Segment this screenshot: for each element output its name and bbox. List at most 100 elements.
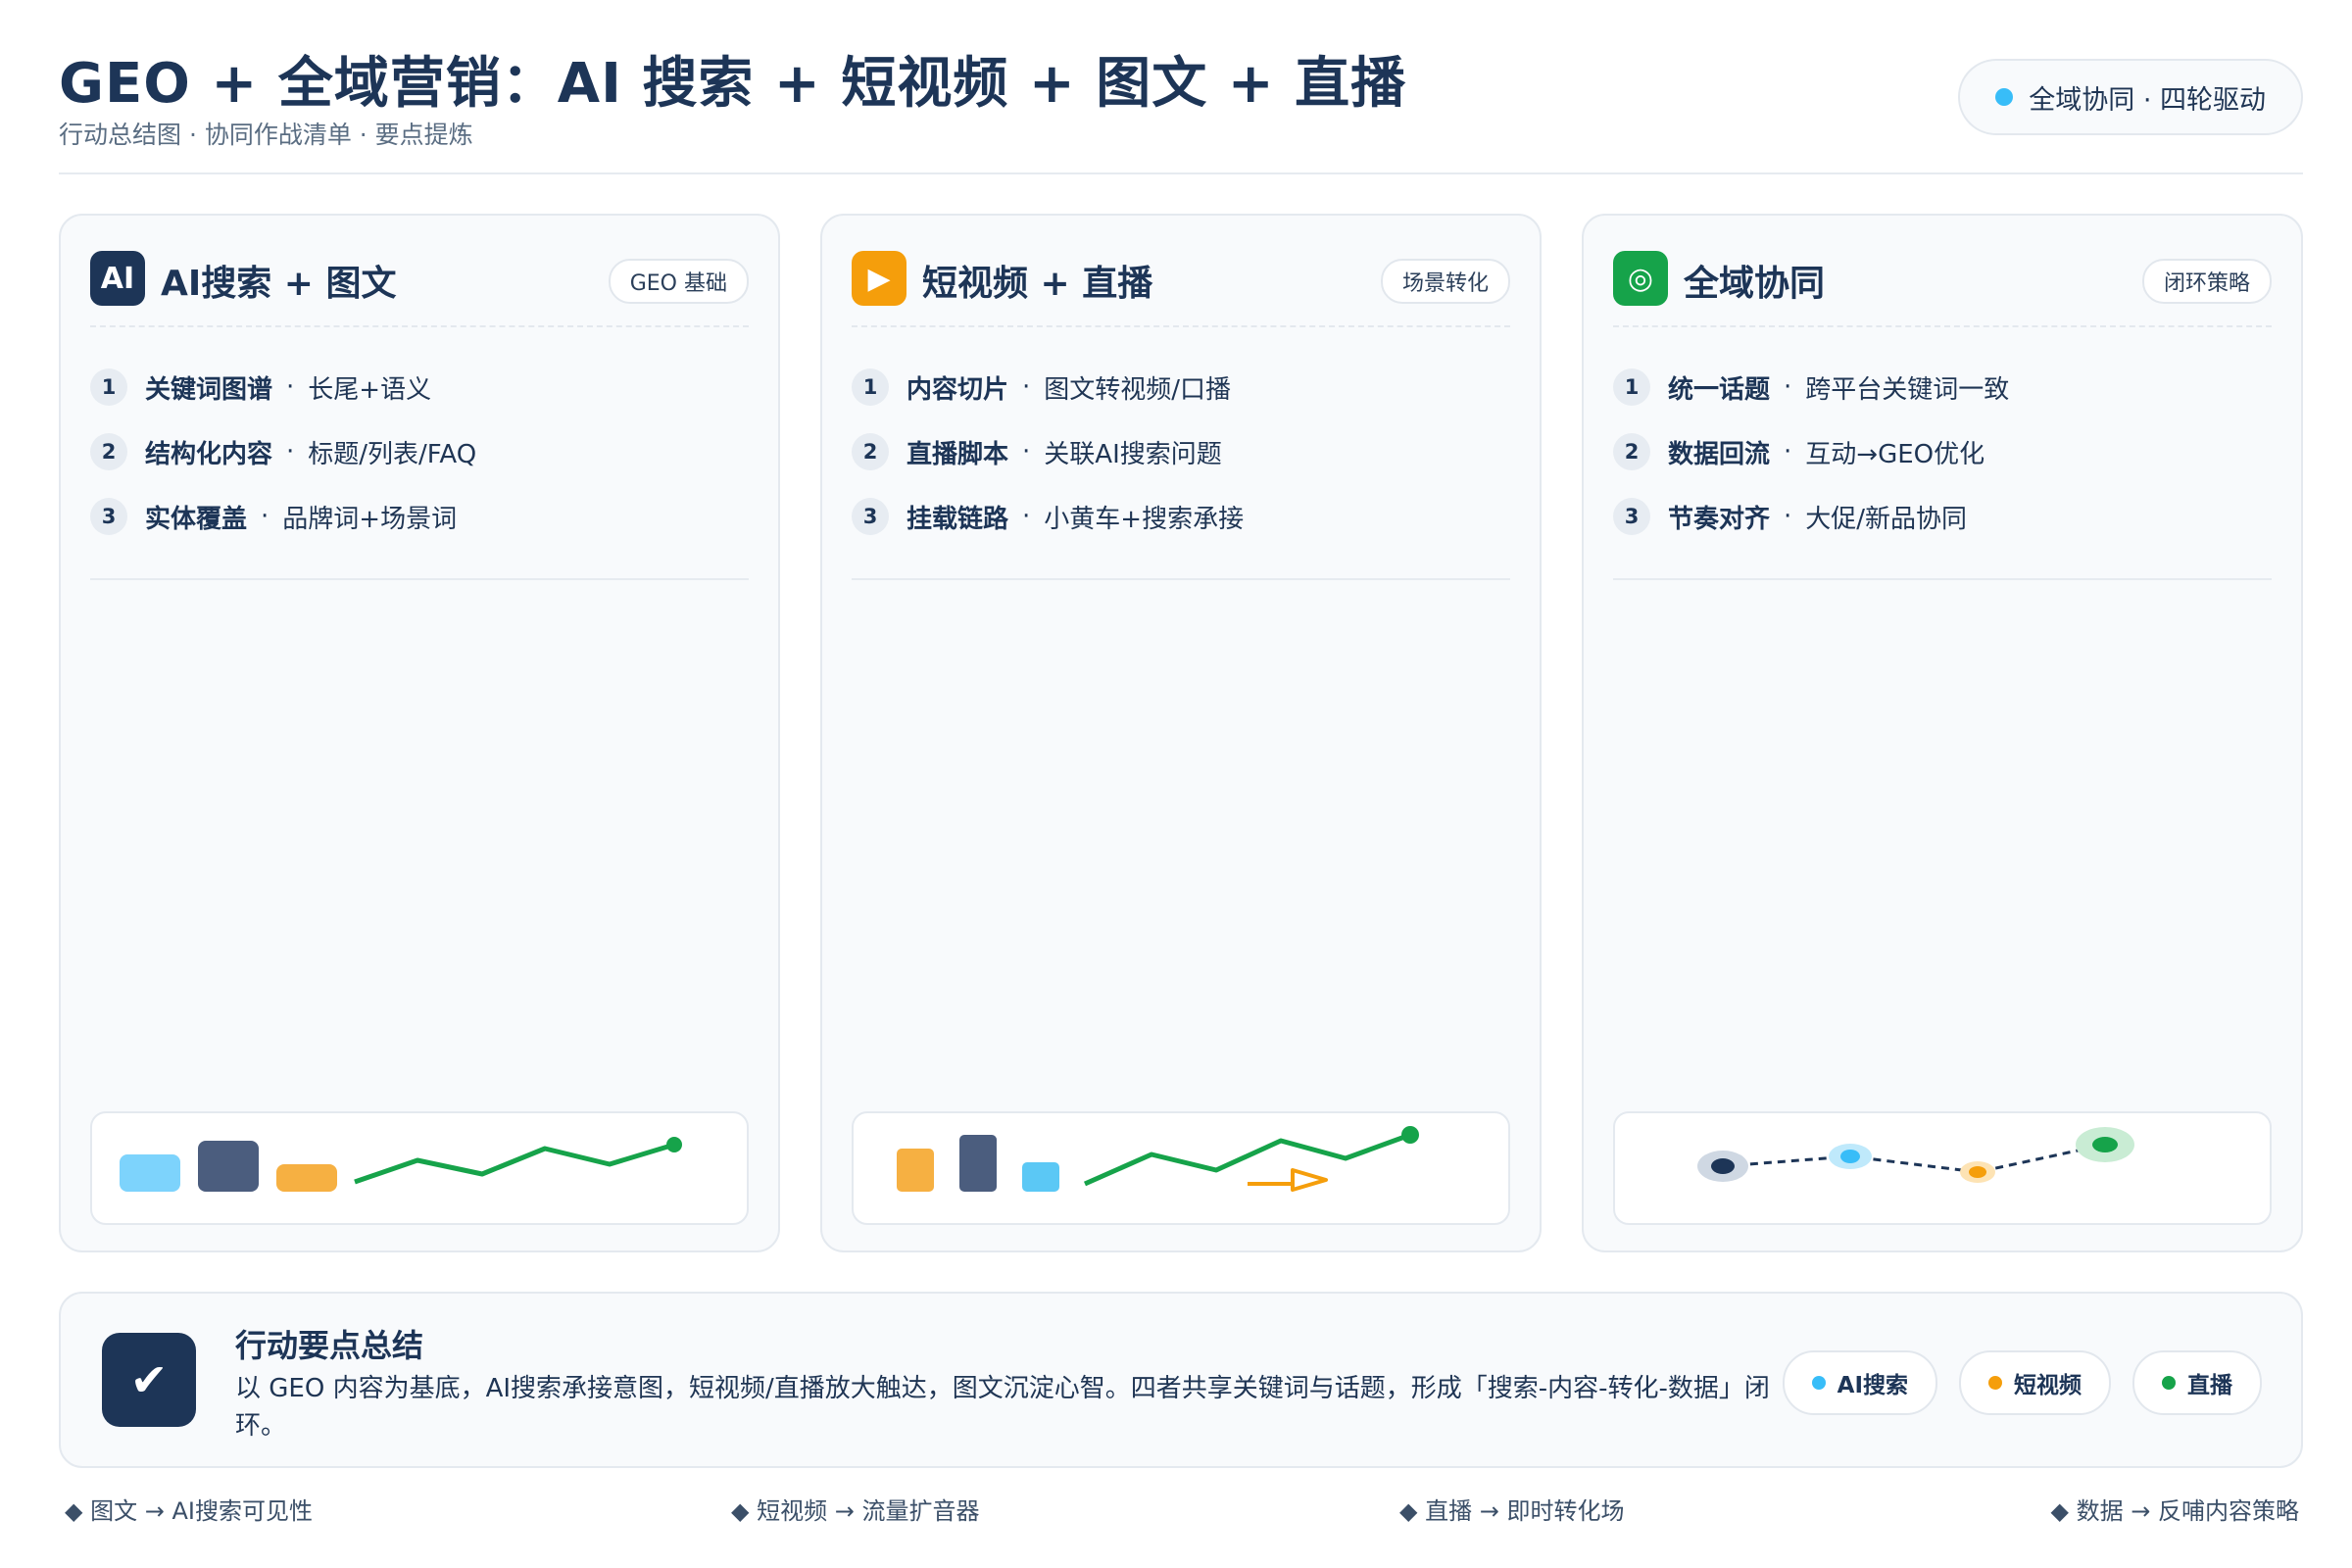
summary-text: 以 GEO 内容为基底，AI搜索承接意图，短视频/直播放大触达，图文沉淀心智。四… <box>235 1374 1770 1441</box>
target-icon: ◎ <box>1613 251 1668 306</box>
item-key: 直播脚本 <box>906 439 1009 469</box>
page-subtitle: 行动总结图 · 协同作战清单 · 要点提炼 <box>59 121 473 149</box>
footer: ◆ 图文 → AI搜索可见性 ◆ 短视频 → 流量扩音器 ◆ 直播 → 即时转化… <box>65 1492 2299 1531</box>
dot-icon <box>2162 1376 2176 1390</box>
chip-ai-search: AI搜索 <box>1782 1350 1937 1415</box>
item-separator: · <box>1022 502 1031 531</box>
card-header: ▶ 短视频 + 直播 场景转化 <box>852 249 1510 308</box>
item-separator: · <box>1022 437 1031 466</box>
trend-line <box>354 1142 675 1185</box>
item-separator: · <box>286 372 295 402</box>
footer-note: ◆ 图文 → AI搜索可见性 <box>65 1497 313 1525</box>
video-live-illustration <box>897 1126 1419 1192</box>
summary-chips: AI搜索 短视频 直播 <box>1782 1350 2262 1415</box>
list-item: 3 节奏对齐 · 大促/新品协同 <box>1613 484 2272 549</box>
item-number: 1 <box>852 368 889 406</box>
list-item: 2 直播脚本 · 关联AI搜索问题 <box>852 419 1510 484</box>
chip-label: 直播 <box>2187 1373 2232 1398</box>
item-desc: 互动→GEO优化 <box>1805 439 1985 469</box>
card-header: ◎ 全域协同 闭环策略 <box>1613 249 2272 308</box>
item-key: 数据回流 <box>1668 439 1771 469</box>
item-separator: · <box>286 437 295 466</box>
item-desc: 标题/列表/FAQ <box>308 439 477 469</box>
item-list: 1 关键词图谱 · 长尾+语义 2 结构化内容 · 标题/列表/FAQ 3 实体… <box>90 355 749 549</box>
list-item: 2 结构化内容 · 标题/列表/FAQ <box>90 419 749 484</box>
chip-label: 短视频 <box>2014 1373 2082 1398</box>
item-number: 2 <box>90 433 127 470</box>
item-separator: · <box>1784 502 1792 531</box>
item-number: 1 <box>90 368 127 406</box>
item-desc: 图文转视频/口播 <box>1044 374 1232 405</box>
item-desc: 关联AI搜索问题 <box>1044 439 1222 469</box>
list-item: 1 关键词图谱 · 长尾+语义 <box>90 355 749 419</box>
divider <box>1613 578 2272 580</box>
illustration-block <box>276 1164 337 1192</box>
chip-label: AI搜索 <box>1837 1373 1908 1398</box>
item-key: 节奏对齐 <box>1668 504 1771 534</box>
card-title: 短视频 + 直播 <box>922 264 1153 304</box>
status-badge-label: 全域协同 · 四轮驱动 <box>2029 84 2266 116</box>
item-key: 内容切片 <box>906 374 1009 405</box>
footer-note: ◆ 数据 → 反哺内容策略 <box>2050 1497 2299 1525</box>
item-desc: 大促/新品协同 <box>1805 504 1968 534</box>
mini-illustration <box>852 1111 1510 1225</box>
dot-icon <box>1811 1376 1826 1390</box>
divider <box>852 578 1510 580</box>
illustration-block <box>120 1154 180 1192</box>
item-key: 挂载链路 <box>906 504 1009 534</box>
chip-short-video: 短视频 <box>1959 1350 2111 1415</box>
header-divider <box>59 172 2303 174</box>
node <box>2092 1137 2118 1152</box>
illustration-block <box>897 1149 934 1192</box>
mini-illustration <box>1613 1111 2272 1225</box>
link-line <box>1722 1143 2106 1174</box>
bars-and-trend-illustration <box>120 1137 682 1192</box>
list-item: 2 数据回流 · 互动→GEO优化 <box>1613 419 2272 484</box>
item-list: 1 内容切片 · 图文转视频/口播 2 直播脚本 · 关联AI搜索问题 3 挂载… <box>852 355 1510 549</box>
item-key: 关键词图谱 <box>145 374 273 405</box>
item-separator: · <box>1784 372 1792 402</box>
footer-note: ◆ 短视频 → 流量扩音器 <box>731 1497 980 1525</box>
summary-title: 行动要点总结 <box>235 1327 424 1364</box>
status-dot-icon <box>1995 88 2014 106</box>
card-tag: 闭环策略 <box>2141 259 2272 304</box>
node <box>1840 1150 1860 1163</box>
dashed-divider <box>90 325 749 327</box>
item-key: 结构化内容 <box>145 439 273 469</box>
checkmark-icon: ✔ <box>102 1333 196 1427</box>
item-desc: 小黄车+搜索承接 <box>1044 504 1245 534</box>
footer-note: ◆ 直播 → 即时转化场 <box>1399 1497 1625 1525</box>
card-title: 全域协同 <box>1684 264 1826 304</box>
list-item: 3 挂载链路 · 小黄车+搜索承接 <box>852 484 1510 549</box>
network-illustration <box>1697 1127 2134 1183</box>
card-header: AI AI搜索 + 图文 GEO 基础 <box>90 249 749 308</box>
item-key: 统一话题 <box>1668 374 1771 405</box>
item-desc: 品牌词+场景词 <box>282 504 458 534</box>
illustration-block <box>1022 1162 1059 1192</box>
item-separator: · <box>1784 437 1792 466</box>
item-number: 1 <box>1613 368 1650 406</box>
item-number: 3 <box>90 498 127 535</box>
item-number: 2 <box>852 433 889 470</box>
list-item: 1 统一话题 · 跨平台关键词一致 <box>1613 355 2272 419</box>
trend-line <box>1083 1132 1411 1187</box>
item-list: 1 统一话题 · 跨平台关键词一致 2 数据回流 · 互动→GEO优化 3 节奏… <box>1613 355 2272 549</box>
card-short-video-live: ▶ 短视频 + 直播 场景转化 1 内容切片 · 图文转视频/口播 2 直播脚本… <box>820 214 1542 1252</box>
item-separator: · <box>261 502 270 531</box>
item-number: 3 <box>1613 498 1650 535</box>
summary-panel: ✔ 行动要点总结 以 GEO 内容为基底，AI搜索承接意图，短视频/直播放大触达… <box>59 1292 2303 1468</box>
node <box>1969 1166 1986 1178</box>
trend-end-dot <box>666 1137 682 1152</box>
item-number: 3 <box>852 498 889 535</box>
header: GEO + 全域营销：AI 搜索 + 短视频 + 图文 + 直播 行动总结图 ·… <box>59 39 2303 176</box>
card-title: AI搜索 + 图文 <box>161 264 397 304</box>
item-desc: 跨平台关键词一致 <box>1805 374 2010 405</box>
illustration-block <box>198 1141 259 1192</box>
card-omni-collab: ◎ 全域协同 闭环策略 1 统一话题 · 跨平台关键词一致 2 数据回流 · 互… <box>1582 214 2303 1252</box>
dashed-divider <box>1613 325 2272 327</box>
page: GEO + 全域营销：AI 搜索 + 短视频 + 图文 + 直播 行动总结图 ·… <box>0 0 2352 1568</box>
ai-icon: AI <box>90 251 145 306</box>
divider <box>90 578 749 580</box>
card-tag: 场景转化 <box>1380 259 1510 304</box>
chip-live: 直播 <box>2132 1350 2262 1415</box>
